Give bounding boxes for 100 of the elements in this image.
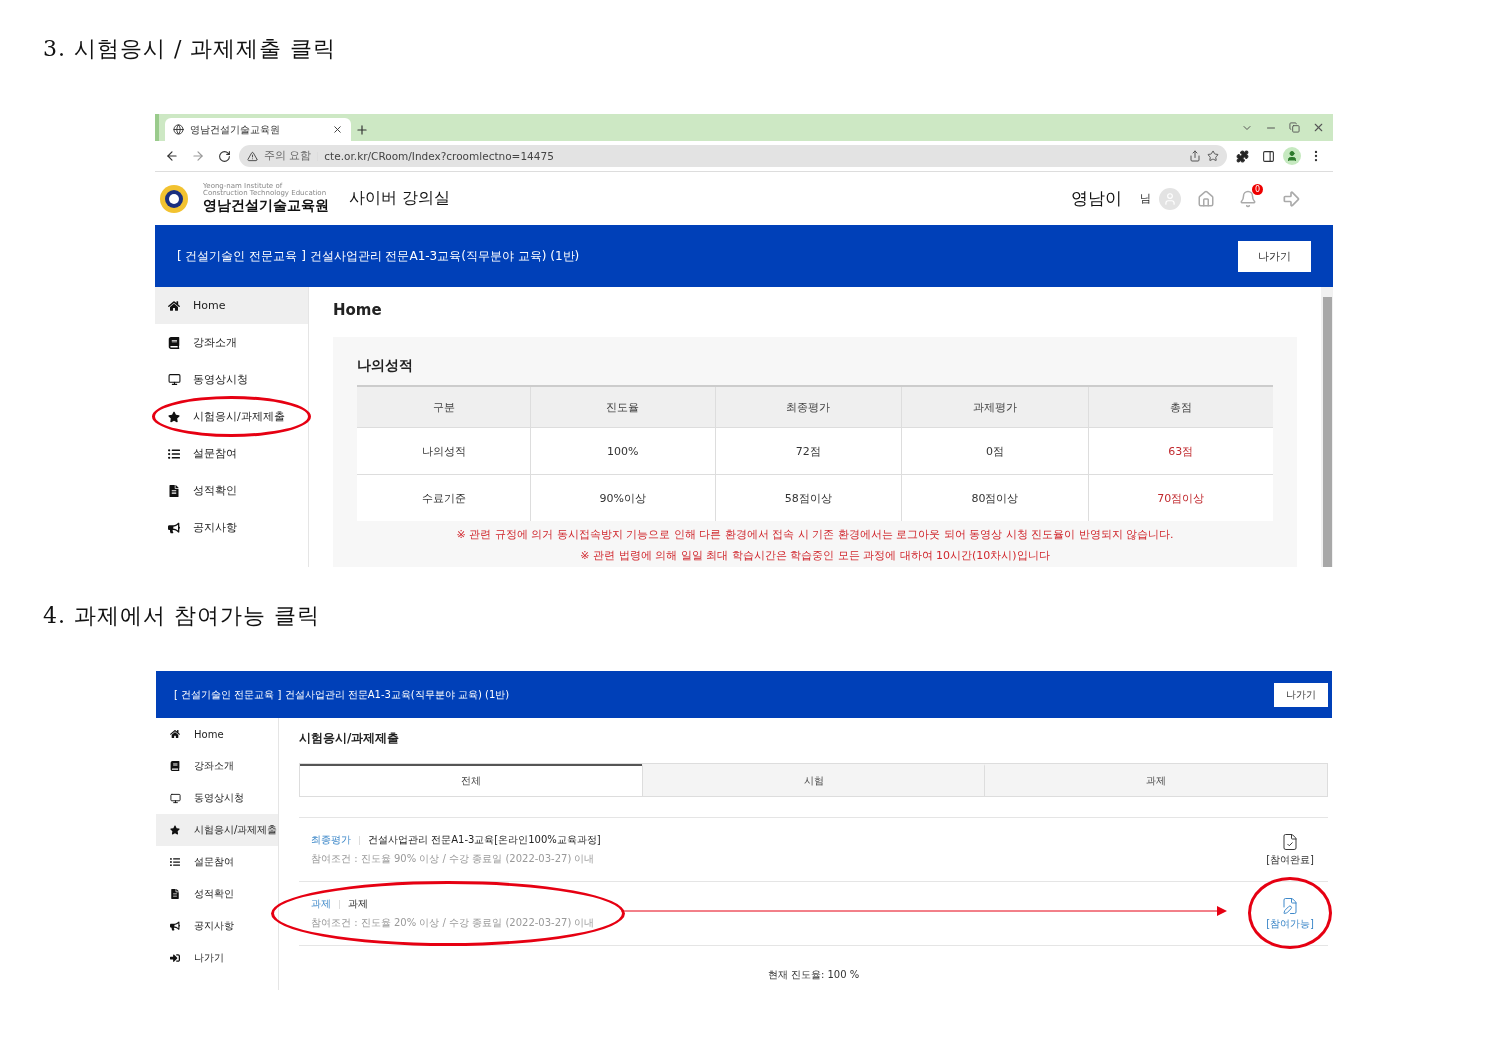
monitor-icon <box>168 792 182 804</box>
document-check-icon <box>1281 832 1300 851</box>
puzzle-icon[interactable] <box>1235 149 1249 163</box>
column-header: 구분 <box>357 386 531 428</box>
table-cell: 63점 <box>1088 427 1273 475</box>
sidebar-item[interactable]: 성적확인 <box>155 472 308 509</box>
notebook-icon <box>168 761 182 771</box>
bookmark-star-icon[interactable] <box>1207 150 1219 162</box>
sidebar-item[interactable]: Home <box>156 718 278 750</box>
close-icon[interactable] <box>332 124 343 135</box>
user-suffix: 님 <box>1140 191 1151 206</box>
sidebar-item[interactable]: Home <box>155 287 308 324</box>
notebook-icon <box>167 336 181 349</box>
back-icon[interactable] <box>165 149 179 163</box>
document-pen-icon <box>1281 896 1300 915</box>
star-icon <box>167 410 181 423</box>
table-cell: 70점이상 <box>1088 474 1273 521</box>
filter-tab[interactable]: 과제 <box>984 764 1327 796</box>
category-label: 최종평가 <box>311 833 351 847</box>
sidebar-label: Home <box>193 299 226 312</box>
monitor-icon <box>167 373 181 386</box>
report-icon <box>167 484 181 497</box>
url-text: cte.or.kr/CRoom/Index?croomlectno=14475 <box>324 150 554 162</box>
share-icon[interactable] <box>1189 150 1201 162</box>
star-icon <box>168 825 182 835</box>
sidebar-item[interactable]: 공지사항 <box>155 509 308 546</box>
tab-title: 영남건설기술교육원 <box>190 122 280 137</box>
column-header: 총점 <box>1088 386 1273 428</box>
home-icon <box>168 729 182 739</box>
sidebar-label: Home <box>194 728 224 740</box>
sidebar-label: 성적확인 <box>193 483 237 498</box>
new-tab-icon[interactable] <box>355 123 369 137</box>
category-label: 과제 <box>311 897 331 911</box>
column-header: 최종평가 <box>715 386 902 428</box>
sidebar-item[interactable]: 동영상시청 <box>156 782 278 814</box>
close-icon[interactable] <box>1312 121 1325 134</box>
sidebar-label: 동영상시청 <box>194 791 244 805</box>
progress-text: 현재 진도율: 100 % <box>766 968 861 982</box>
page-title: Home <box>333 301 383 319</box>
forward-icon[interactable] <box>191 149 205 163</box>
table-cell: 100% <box>530 427 716 475</box>
user-name: 영남이 <box>1071 187 1122 210</box>
logout-icon[interactable] <box>1281 188 1301 209</box>
browser-tab[interactable]: 영남건설기술교육원 <box>165 118 351 141</box>
sidebar-label: 강좌소개 <box>194 759 234 773</box>
sidebar-label: 공지사항 <box>193 520 237 535</box>
table-cell: 나의성적 <box>357 427 531 475</box>
home-icon[interactable] <box>1197 189 1215 208</box>
profile-icon[interactable] <box>1283 147 1301 165</box>
sidebar-item[interactable]: 나가기 <box>156 942 278 974</box>
sidebar-item[interactable]: 시험응시/과제제출 <box>156 814 278 846</box>
filter-tab[interactable]: 시험 <box>641 764 985 796</box>
reload-icon[interactable] <box>217 149 231 163</box>
sidebar-item[interactable]: 강좌소개 <box>156 750 278 782</box>
item-title: 과제 <box>348 897 368 911</box>
home-icon <box>167 299 181 312</box>
exit-button[interactable]: 나가기 <box>1238 240 1311 272</box>
step-heading: 3. 시험응시 / 과제제출 클릭 <box>43 35 338 63</box>
course-title: [ 건설기술인 전문교육 ] 건설사업관리 전문A1-3교육(직무분야 교육) (1반) <box>177 247 580 265</box>
column-header: 과제평가 <box>901 386 1089 428</box>
table-cell: 90%이상 <box>530 474 716 521</box>
section-title: 사이버 강의실 <box>349 188 451 209</box>
sidebar-item[interactable]: 강좌소개 <box>155 324 308 361</box>
table-cell: 72점 <box>715 427 902 475</box>
step-heading: 4. 과제에서 참여가능 클릭 <box>43 602 321 630</box>
notice-text: ※ 관련 규정에 의거 동시접속방지 기능으로 인해 다른 환경에서 접속 시 기존 환경에서는 로그아웃 되어 동영상 시청 진도율이 반영되지 않습니다. <box>455 527 1175 542</box>
course-title: [ 건설기술인 전문교육 ] 건설사업관리 전문A1-3교육(직무분야 교육) (1반) <box>174 687 510 702</box>
logo-name: 영남건설기술교육원 <box>203 196 329 215</box>
bell-icon[interactable] <box>1239 189 1257 208</box>
side-panel-icon[interactable] <box>1261 149 1275 163</box>
sidebar-label: 나가기 <box>194 951 224 965</box>
security-warning: 주의 요함 <box>264 149 312 163</box>
exit-button[interactable]: 나가기 <box>1274 682 1328 707</box>
sidebar-item[interactable]: 설문참여 <box>155 435 308 472</box>
logo-icon <box>159 183 189 214</box>
scrollbar[interactable] <box>1321 287 1333 567</box>
status-button[interactable]: [참여가능] <box>1266 896 1314 931</box>
sidebar-item[interactable]: 성적확인 <box>156 878 278 910</box>
megaphone-icon <box>168 921 182 931</box>
condition-text: 참여조건 : 진도율 90% 이상 / 수강 종료일 (2022-03-27) 이내 <box>311 852 596 866</box>
sidebar-item[interactable]: 시험응시/과제제출 <box>155 398 308 435</box>
sidebar-label: 설문참여 <box>193 446 237 461</box>
restore-icon[interactable] <box>1289 122 1300 133</box>
exit-icon <box>168 953 182 963</box>
globe-icon <box>173 124 184 135</box>
sidebar-label: 시험응시/과제제출 <box>193 409 285 424</box>
table-cell: 0점 <box>901 427 1089 475</box>
sidebar-item[interactable]: 설문참여 <box>156 846 278 878</box>
address-bar[interactable]: 주의 요함 cte.or.kr/CRoom/Index?croomlectno=14475 <box>239 145 1227 167</box>
table-cell: 80점이상 <box>901 474 1089 521</box>
sidebar-label: 설문참여 <box>194 855 234 869</box>
sidebar-item[interactable]: 동영상시청 <box>155 361 308 398</box>
sidebar-label: 강좌소개 <box>193 335 237 350</box>
list-icon <box>167 447 181 460</box>
notification-badge: 0 <box>1252 183 1263 195</box>
status-button[interactable]: [참여완료] <box>1266 832 1314 867</box>
column-header: 진도율 <box>530 386 716 428</box>
sidebar-item[interactable]: 공지사항 <box>156 910 278 942</box>
sidebar-label: 공지사항 <box>194 919 234 933</box>
list-icon <box>168 857 182 867</box>
